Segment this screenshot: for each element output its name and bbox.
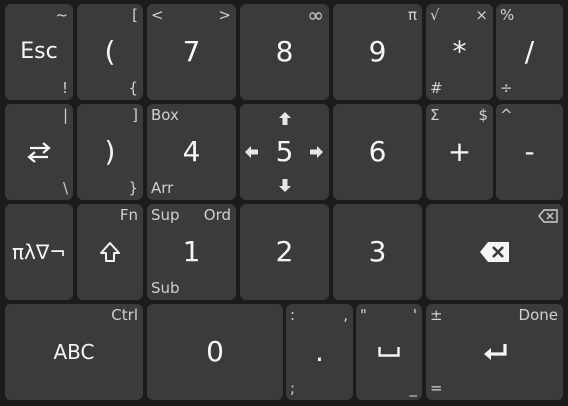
one-key[interactable]: 1 Sup Ord Sub	[147, 204, 236, 300]
ctrl-sublabel: Ctrl	[111, 306, 138, 324]
greek-symbols-label: πλ∇¬	[11, 240, 66, 264]
minus-key[interactable]: - ^	[496, 104, 563, 200]
dot-key[interactable]: . : , ;	[286, 304, 353, 400]
enter-key[interactable]: ± Done =	[426, 304, 563, 400]
sigma-sublabel: Σ	[430, 106, 440, 124]
underscore-sublabel: _	[409, 379, 418, 397]
right-paren-key[interactable]: ) ] }	[77, 104, 143, 200]
nine-label: 9	[368, 35, 387, 68]
space-key[interactable]: " ' _	[356, 304, 422, 400]
single-quote-sublabel: '	[412, 306, 417, 324]
pipe-sublabel: |	[62, 106, 68, 124]
backspace-small-icon	[538, 209, 558, 223]
divide-label: /	[524, 35, 535, 68]
plus-label: +	[447, 135, 472, 168]
one-label: 1	[182, 235, 201, 268]
space-bar-icon	[378, 347, 400, 357]
exclamation-sublabel: !	[61, 79, 68, 97]
four-key[interactable]: 4 Box Arr	[147, 104, 236, 200]
three-key[interactable]: 3	[333, 204, 422, 300]
right-bracket-sublabel: ]	[132, 106, 138, 124]
keyboard: Esc ~ ! ( [ { 7 < > 8 ∞ 9 π * √ × # / % …	[0, 0, 568, 406]
tilde-sublabel: ~	[55, 6, 68, 24]
fn-sublabel: Fn	[119, 206, 138, 224]
four-label: 4	[182, 135, 201, 168]
eight-key[interactable]: 8 ∞	[240, 4, 329, 100]
two-label: 2	[275, 235, 294, 268]
double-quote-sublabel: "	[360, 306, 367, 324]
five-key[interactable]: 5	[240, 104, 329, 200]
enter-arrow-icon	[481, 342, 509, 362]
caret-sublabel: ^	[500, 106, 513, 124]
arrow-left-icon	[245, 146, 258, 158]
less-than-sublabel: <	[151, 6, 164, 24]
arrow-right-icon	[310, 146, 323, 158]
eight-label: 8	[275, 35, 294, 68]
divide-key[interactable]: / % ÷	[496, 4, 563, 100]
six-label: 6	[368, 135, 387, 168]
zero-label: 0	[206, 335, 224, 368]
nine-key[interactable]: 9 π	[333, 4, 422, 100]
times-sublabel: ×	[475, 6, 488, 24]
seven-label: 7	[182, 35, 201, 68]
ord-sublabel: Ord	[203, 206, 231, 224]
shift-arrow-icon	[99, 241, 121, 263]
two-key[interactable]: 2	[240, 204, 329, 300]
comma-sublabel: ,	[343, 306, 348, 324]
swap-arrows-icon	[26, 141, 52, 163]
semicolon-sublabel: ;	[290, 379, 296, 397]
backspace-key[interactable]	[426, 204, 563, 300]
sup-sublabel: Sup	[151, 206, 180, 224]
dot-label: .	[315, 335, 324, 368]
sub-sublabel: Sub	[151, 279, 180, 297]
box-sublabel: Box	[151, 106, 179, 124]
sqrt-sublabel: √	[430, 6, 440, 24]
percent-sublabel: %	[500, 6, 515, 24]
right-brace-sublabel: }	[128, 179, 138, 197]
zero-key[interactable]: 0	[147, 304, 283, 400]
three-label: 3	[368, 235, 387, 268]
greater-than-sublabel: >	[218, 6, 231, 24]
abc-key[interactable]: ABC Ctrl	[5, 304, 143, 400]
backspace-icon	[479, 241, 511, 263]
left-paren-key[interactable]: ( [ {	[77, 4, 143, 100]
multiply-label: *	[452, 35, 467, 68]
done-sublabel: Done	[518, 306, 558, 324]
division-sign-sublabel: ÷	[500, 79, 513, 97]
arrow-up-icon	[278, 112, 291, 125]
pi-sublabel: π	[407, 6, 417, 24]
multiply-key[interactable]: * √ × #	[426, 4, 493, 100]
left-paren-label: (	[104, 35, 116, 68]
infinity-sublabel: ∞	[307, 3, 324, 27]
minus-label: -	[524, 135, 535, 168]
dollar-sublabel: $	[478, 106, 488, 124]
plus-key[interactable]: + Σ $	[426, 104, 493, 200]
left-bracket-sublabel: [	[132, 6, 138, 24]
greek-symbols-key[interactable]: πλ∇¬	[5, 204, 73, 300]
plus-minus-sublabel: ±	[430, 306, 443, 324]
colon-sublabel: :	[290, 306, 296, 324]
right-paren-label: )	[104, 135, 116, 168]
switch-key[interactable]: | \	[5, 104, 73, 200]
arr-sublabel: Arr	[151, 179, 174, 197]
hash-sublabel: #	[430, 79, 443, 97]
left-brace-sublabel: {	[128, 79, 138, 97]
shift-key[interactable]: Fn	[77, 204, 143, 300]
seven-key[interactable]: 7 < >	[147, 4, 236, 100]
abc-label: ABC	[53, 340, 95, 364]
backslash-sublabel: \	[62, 179, 68, 197]
equals-sublabel: =	[430, 379, 443, 397]
six-key[interactable]: 6	[333, 104, 422, 200]
esc-key[interactable]: Esc ~ !	[5, 4, 73, 100]
esc-label: Esc	[20, 39, 58, 64]
arrow-down-icon	[278, 179, 291, 192]
